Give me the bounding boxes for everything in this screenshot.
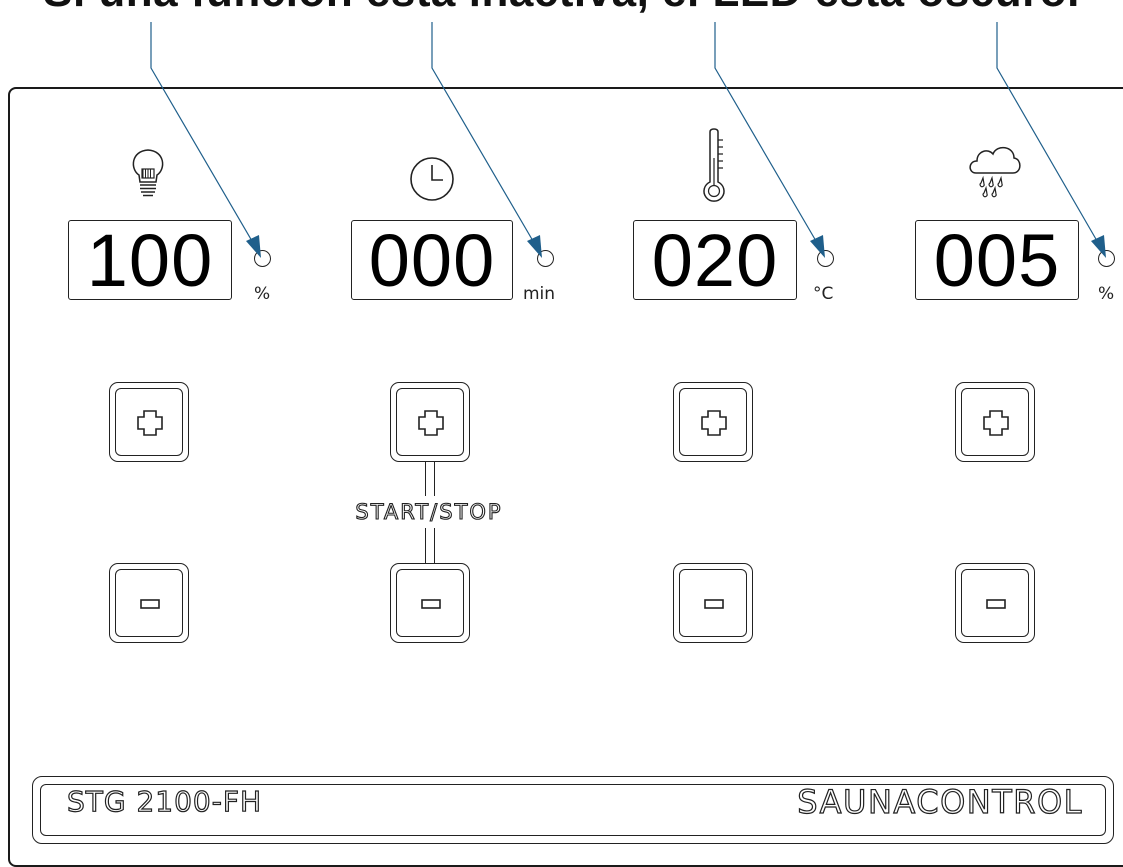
- plus-icon: [701, 410, 727, 436]
- minus-icon: [704, 599, 724, 609]
- humidity-minus-button[interactable]: [955, 563, 1035, 643]
- light-display: 100: [68, 220, 232, 301]
- startstop-line-bottom-left: [425, 528, 426, 564]
- startstop-line-top-left: [425, 460, 426, 496]
- bulb-icon: [132, 149, 164, 197]
- light-minus-button[interactable]: [109, 563, 189, 643]
- temperature-led: [817, 250, 834, 267]
- model-label: STG 2100-FH: [66, 784, 262, 818]
- startstop-line-bottom-right: [434, 528, 435, 564]
- footer-nameplate: STG 2100-FH SAUNACONTROL: [32, 776, 1114, 844]
- minus-icon: [140, 599, 160, 609]
- light-led: [254, 250, 271, 267]
- humidity-led: [1098, 250, 1115, 267]
- minus-icon: [986, 599, 1006, 609]
- humidity-display: 005: [915, 220, 1079, 301]
- caption-text: Si una función está inactiva, el LED est…: [0, 0, 1123, 22]
- plus-icon: [418, 410, 444, 436]
- brand-label: SAUNACONTROL: [797, 782, 1083, 821]
- timer-display: 000: [351, 220, 513, 301]
- timer-led: [537, 250, 554, 267]
- light-unit: %: [254, 284, 271, 304]
- temperature-unit: °C: [813, 284, 834, 304]
- control-panel: [8, 87, 1123, 867]
- light-plus-button[interactable]: [109, 382, 189, 462]
- humidity-unit: %: [1098, 284, 1115, 304]
- plus-icon: [137, 410, 163, 436]
- timer-minus-button[interactable]: [390, 563, 470, 643]
- timer-plus-button[interactable]: [390, 382, 470, 462]
- temperature-minus-button[interactable]: [673, 563, 753, 643]
- temperature-display: 020: [633, 220, 797, 301]
- timer-unit: min: [523, 284, 556, 304]
- minus-icon: [421, 599, 441, 609]
- temperature-plus-button[interactable]: [673, 382, 753, 462]
- startstop-line-top-right: [434, 460, 435, 496]
- thermometer-icon: [703, 128, 725, 202]
- clock-icon: [410, 157, 454, 201]
- rain-cloud-icon: [969, 146, 1021, 198]
- start-stop-label: START/STOP: [355, 499, 503, 524]
- humidity-plus-button[interactable]: [955, 382, 1035, 462]
- plus-icon: [983, 410, 1009, 436]
